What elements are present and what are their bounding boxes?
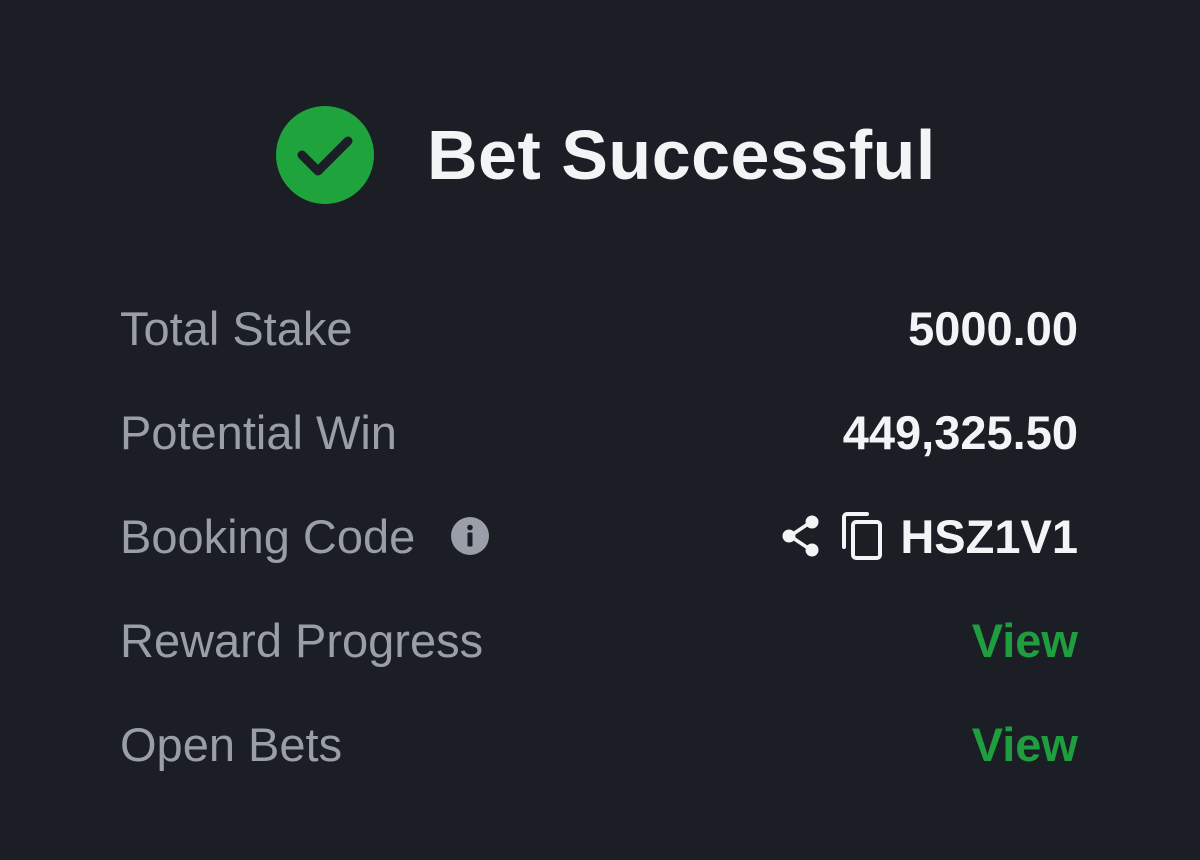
reward-progress-row: Reward Progress View xyxy=(120,605,1078,675)
total-stake-row: Total Stake 5000.00 xyxy=(120,293,1078,363)
potential-win-label: Potential Win xyxy=(120,405,397,459)
success-header: Bet Successful xyxy=(275,105,936,205)
info-icon[interactable] xyxy=(450,516,490,556)
booking-code-actions: HSZ1V1 xyxy=(780,511,1078,561)
check-circle-icon xyxy=(276,106,374,204)
page-title: Bet Successful xyxy=(427,116,936,194)
reward-progress-view-link[interactable]: View xyxy=(972,617,1078,664)
total-stake-value: 5000.00 xyxy=(908,301,1078,355)
potential-win-row: Potential Win 449,325.50 xyxy=(120,397,1078,467)
potential-win-value: 449,325.50 xyxy=(842,405,1078,459)
booking-code-value[interactable]: HSZ1V1 xyxy=(900,513,1078,560)
open-bets-view-link[interactable]: View xyxy=(972,721,1078,768)
bet-success-panel: Bet Successful Total Stake 5000.00 Poten… xyxy=(0,0,1200,860)
open-bets-label: Open Bets xyxy=(120,717,343,771)
booking-code-label-group: Booking Code xyxy=(120,513,490,560)
open-bets-row: Open Bets View xyxy=(120,709,1078,779)
copy-icon[interactable] xyxy=(840,511,884,561)
share-icon[interactable] xyxy=(780,513,822,559)
total-stake-label: Total Stake xyxy=(120,301,353,355)
booking-code-label: Booking Code xyxy=(120,509,416,563)
reward-progress-label: Reward Progress xyxy=(120,613,484,667)
booking-code-row: Booking Code HSZ1V1 xyxy=(120,501,1078,571)
